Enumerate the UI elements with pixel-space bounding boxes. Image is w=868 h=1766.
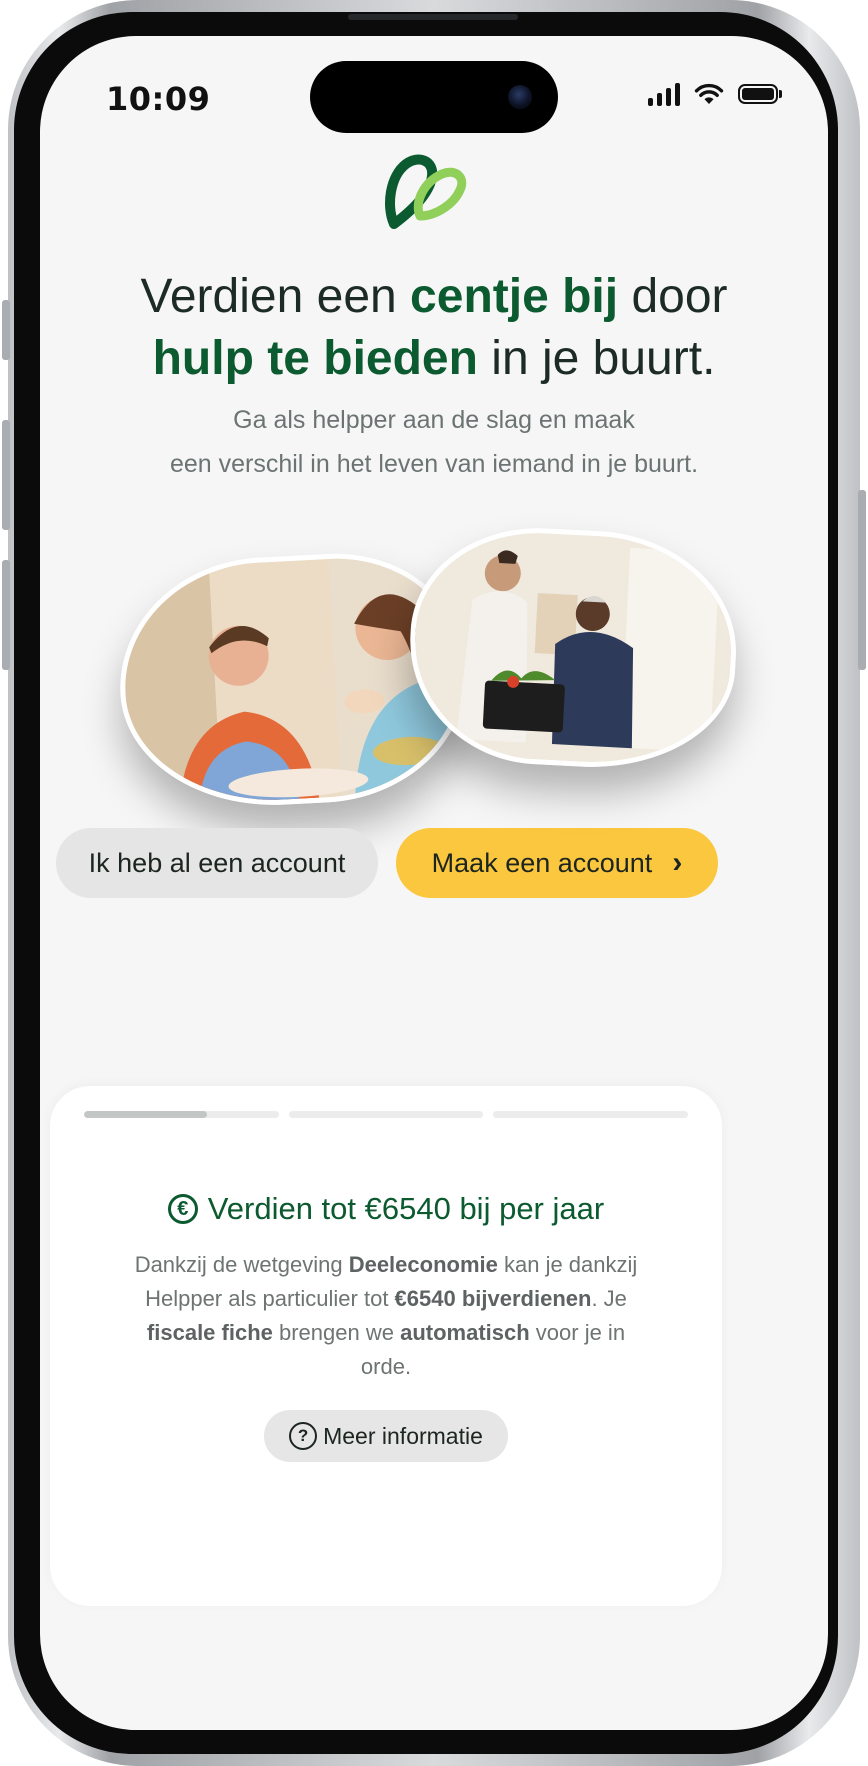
more-info-button[interactable]: ? Meer informatie	[264, 1410, 508, 1462]
status-time: 10:09	[106, 80, 211, 118]
question-icon: ?	[289, 1422, 318, 1450]
battery-icon	[738, 84, 778, 104]
wifi-icon	[694, 83, 724, 104]
action-button	[2, 300, 10, 360]
onboarding-progress	[84, 1111, 689, 1118]
headline-highlight: hulp te bieden	[152, 332, 478, 385]
info-body: Dankzij de wetgeving Deeleconomie kan je…	[134, 1252, 638, 1379]
progress-segment	[493, 1111, 689, 1118]
status-icons	[648, 82, 782, 106]
page-title: Verdien een centje bij door hulp te bied…	[140, 270, 728, 385]
page-subtitle: Ga als helpper aan de slag en maak een v…	[169, 406, 699, 478]
photo-helper-carrying-groceries	[404, 521, 742, 775]
login-button[interactable]: Ik heb al een account	[56, 828, 378, 898]
euro-icon: €	[167, 1194, 198, 1224]
earpiece-speaker	[348, 14, 518, 20]
chevron-right-icon: ›	[672, 846, 683, 879]
progress-segment	[288, 1111, 484, 1118]
progress-segment	[84, 1111, 279, 1118]
dynamic-island	[310, 61, 558, 133]
front-camera-icon	[508, 85, 532, 109]
helpper-logo	[385, 154, 467, 229]
cellular-signal-icon	[648, 82, 680, 106]
info-title: € Verdien tot €6540 bij per jaar	[50, 1191, 722, 1227]
volume-up-button	[2, 420, 10, 530]
volume-down-button	[2, 560, 10, 670]
power-button	[858, 490, 866, 670]
info-sheet: € Verdien tot €6540 bij per jaar Dankzij…	[50, 1086, 722, 1606]
create-account-button[interactable]: Maak een account ›	[396, 828, 718, 898]
headline-highlight: centje bij	[410, 270, 619, 323]
screen: 10:09 Verdien een centje bij door hulp t…	[40, 36, 828, 1730]
